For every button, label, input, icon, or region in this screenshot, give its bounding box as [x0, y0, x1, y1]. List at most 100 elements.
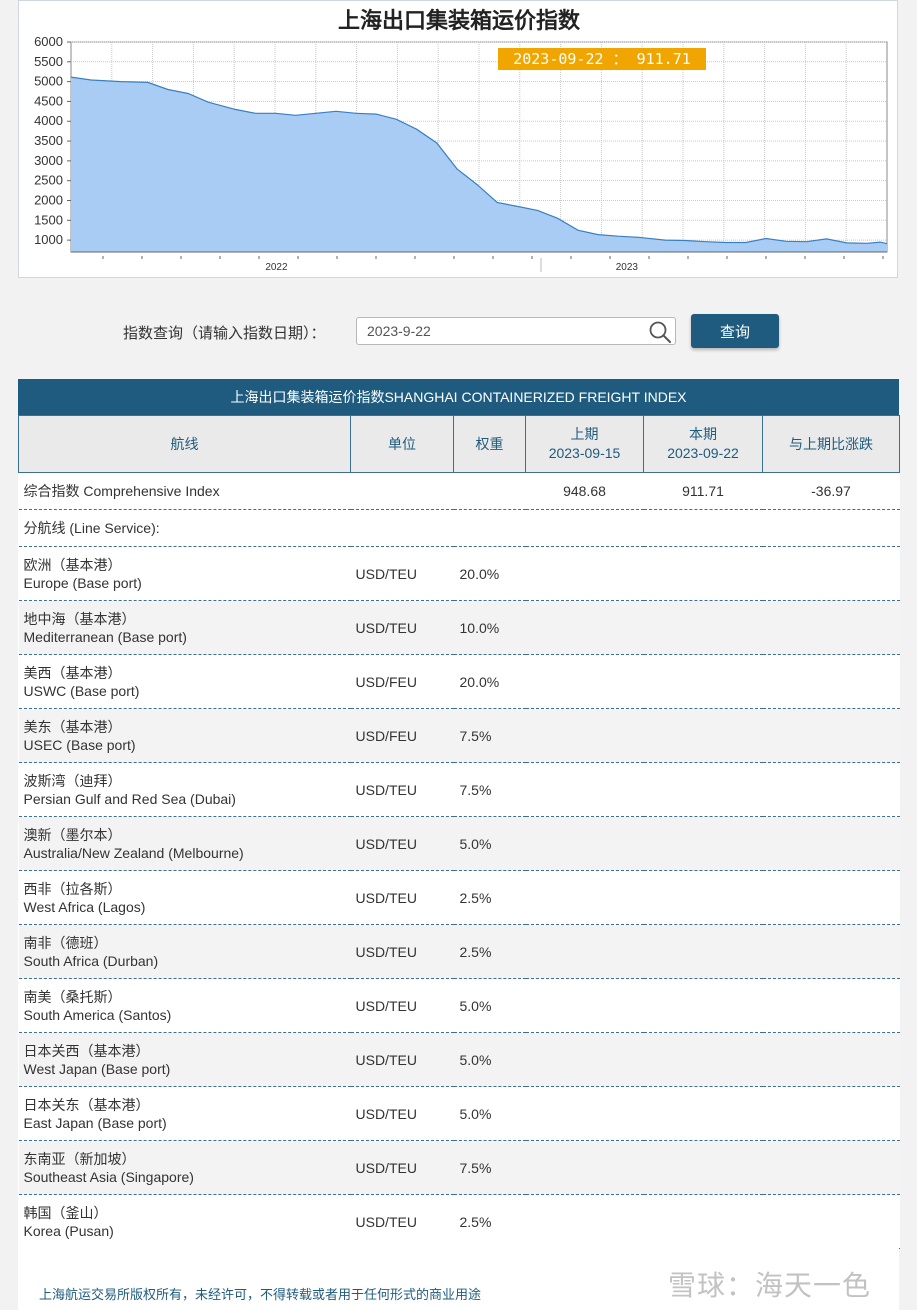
route-name: 东南亚（新加坡） Southeast Asia (Singapore) — [18, 1140, 351, 1195]
freight-index-table: 上海出口集装箱运价指数SHANGHAI CONTAINERIZED FREIGH… — [18, 379, 900, 1250]
route-prev-value — [525, 1032, 644, 1087]
route-weight: 10.0% — [453, 600, 526, 655]
route-change-value — [762, 978, 900, 1033]
route-unit: USD/TEU — [350, 1086, 454, 1141]
route-name-en: West Japan (Base port) — [23, 1060, 171, 1077]
route-prev-value — [525, 1140, 644, 1195]
route-prev-value — [525, 600, 644, 655]
route-unit: USD/TEU — [350, 762, 454, 817]
y-tick-label: 5000 — [34, 74, 63, 89]
route-weight: 5.0% — [453, 816, 526, 871]
route-curr-value — [643, 870, 763, 925]
route-curr-value — [643, 816, 763, 871]
route-name-en: Australia/New Zealand (Melbourne) — [23, 844, 244, 861]
route-curr-value — [643, 708, 763, 763]
table-row: 澳新（墨尔本） Australia/New Zealand (Melbourne)… — [18, 816, 900, 871]
route-name-en: West Africa (Lagos) — [23, 898, 146, 915]
table-row: 韩国（釜山） Korea (Pusan) USD/TEU 2.5% — [18, 1194, 900, 1249]
route-name-en: East Japan (Base port) — [23, 1114, 167, 1131]
header-curr-label: 本期 — [689, 426, 717, 442]
footer: 上海航运交易所版权所有，未经许可，不得转载或者用于任何形式的商业用途 雪球：海天… — [18, 1248, 899, 1310]
route-change-value — [762, 762, 900, 817]
route-name-cn: 美东（基本港） — [23, 718, 122, 735]
comprehensive-change-value: -36.97 — [762, 472, 900, 510]
chart-svg[interactable]: 1000 1500 2000 2500 3000 3500 4000 4500 5000 5500… — [19, 1, 899, 279]
route-change-value — [762, 546, 900, 601]
route-name: 美东（基本港） USEC (Base port) — [18, 708, 351, 763]
header-prev-date: 2023-09-15 — [548, 445, 621, 461]
header-unit: 单位 — [350, 415, 454, 473]
route-name-cn: 西非（拉各斯） — [23, 880, 122, 897]
route-prev-value — [525, 870, 644, 925]
route-name-cn: 南非（德班） — [23, 934, 108, 951]
table-row: 欧洲（基本港） Europe (Base port) USD/TEU 20.0% — [18, 546, 900, 601]
route-unit: USD/TEU — [350, 546, 454, 601]
route-name: 地中海（基本港） Mediterranean (Base port) — [18, 600, 351, 655]
route-name-en: Europe (Base port) — [23, 574, 142, 591]
route-name: 南美（桑托斯） South America (Santos) — [18, 978, 351, 1033]
route-change-value — [762, 1032, 900, 1087]
table-row: 美西（基本港） USWC (Base port) USD/FEU 20.0% — [18, 654, 900, 709]
route-weight: 20.0% — [453, 654, 526, 709]
route-name: 韩国（釜山） Korea (Pusan) — [18, 1194, 351, 1249]
route-name-cn: 南美（桑托斯） — [23, 988, 122, 1005]
route-name-cn: 澳新（墨尔本） — [23, 826, 122, 843]
watermark: 雪球：海天一色 — [667, 1269, 871, 1302]
route-change-value — [762, 870, 900, 925]
route-prev-value — [525, 1086, 644, 1141]
line-service-label: 分航线 (Line Service): — [18, 509, 900, 547]
route-prev-value — [525, 546, 644, 601]
route-name-cn: 地中海（基本港） — [23, 610, 136, 627]
route-change-value — [762, 1140, 900, 1195]
y-tick-label: 3500 — [34, 133, 63, 148]
index-query-bar: 指数查询（请输入指数日期）： 查询 — [0, 314, 917, 348]
route-name: 波斯湾（迪拜） Persian Gulf and Red Sea (Dubai) — [18, 762, 351, 817]
route-name-en: USWC (Base port) — [23, 682, 140, 699]
table-row: 南美（桑托斯） South America (Santos) USD/TEU 5.0% — [18, 978, 900, 1033]
route-name: 欧洲（基本港） Europe (Base port) — [18, 546, 351, 601]
route-name-cn: 东南亚（新加坡） — [23, 1150, 136, 1167]
route-unit: USD/TEU — [350, 1032, 454, 1087]
route-name-cn: 日本关东（基本港） — [23, 1096, 150, 1113]
header-route: 航线 — [18, 415, 351, 473]
header-current-period: 本期 2023-09-22 — [643, 415, 763, 473]
table-row: 南非（德班） South Africa (Durban) USD/TEU 2.5% — [18, 924, 900, 979]
route-prev-value — [525, 654, 644, 709]
route-weight: 2.5% — [453, 924, 526, 979]
route-weight: 5.0% — [453, 1086, 526, 1141]
comprehensive-index-row: 综合指数 Comprehensive Index 948.68 911.71 -… — [18, 472, 900, 510]
route-name: 日本关东（基本港） East Japan (Base port) — [18, 1086, 351, 1141]
route-weight: 2.5% — [453, 870, 526, 925]
freight-index-chart: 上海出口集装箱运价指数 1000 1500 2000 2500 3000 3500 4000… — [18, 0, 898, 278]
route-unit: USD/FEU — [350, 708, 454, 763]
route-name-en: USEC (Base port) — [23, 736, 136, 753]
route-curr-value — [643, 600, 763, 655]
route-name: 西非（拉各斯） West Africa (Lagos) — [18, 870, 351, 925]
route-prev-value — [525, 978, 644, 1033]
route-curr-value — [643, 1194, 763, 1249]
x-tick-label: 2022 — [265, 262, 288, 273]
route-curr-value — [643, 762, 763, 817]
route-change-value — [762, 924, 900, 979]
route-name-en: South America (Santos) — [23, 1006, 172, 1023]
date-input[interactable] — [356, 317, 676, 345]
query-button[interactable]: 查询 — [691, 314, 779, 348]
header-weight: 权重 — [453, 415, 526, 473]
route-weight: 7.5% — [453, 762, 526, 817]
y-tick-label: 1000 — [34, 232, 63, 247]
header-change: 与上期比涨跌 — [762, 415, 900, 473]
query-label: 指数查询（请输入指数日期）： — [123, 325, 326, 342]
y-tick-label: 5500 — [34, 54, 63, 69]
route-change-value — [762, 1194, 900, 1249]
route-name-en: Persian Gulf and Red Sea (Dubai) — [23, 790, 236, 807]
route-prev-value — [525, 762, 644, 817]
y-tick-label: 4000 — [34, 113, 63, 128]
y-tick-label: 2000 — [34, 192, 63, 207]
table-header-row: 航线 单位 权重 上期 2023-09-15 本期 2023-09-22 与上期… — [18, 415, 900, 473]
route-name-en: Southeast Asia (Singapore) — [23, 1168, 194, 1185]
comprehensive-curr-value: 911.71 — [643, 472, 763, 510]
search-icon[interactable] — [648, 320, 672, 344]
route-change-value — [762, 1086, 900, 1141]
route-name-cn: 韩国（釜山） — [23, 1204, 108, 1221]
route-prev-value — [525, 1194, 644, 1249]
